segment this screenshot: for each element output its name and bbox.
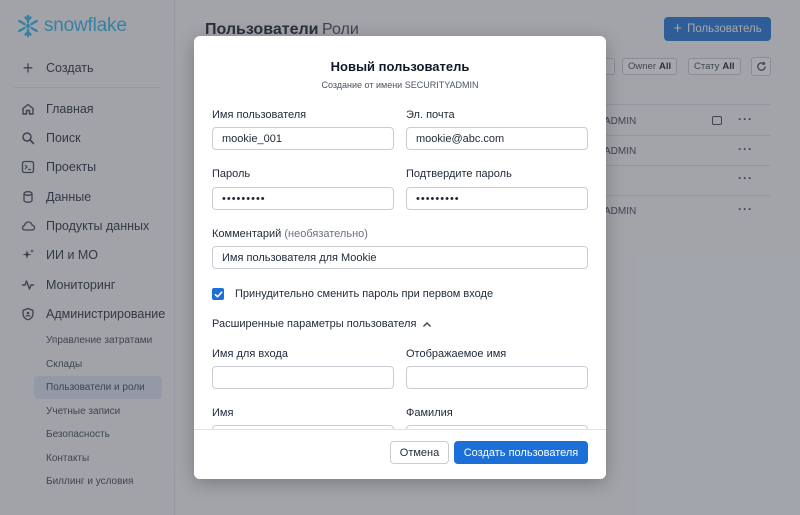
advanced-options-label: Расширенные параметры пользователя bbox=[212, 318, 417, 330]
create-user-button[interactable]: Создать пользователя bbox=[454, 441, 588, 464]
password-label: Пароль bbox=[212, 168, 251, 180]
new-user-dialog: Новый пользователь Создание от имени SEC… bbox=[194, 36, 606, 479]
comment-label-text: Комментарий bbox=[212, 228, 282, 240]
comment-optional-hint: (необязательно) bbox=[284, 228, 368, 240]
advanced-options-toggle[interactable]: Расширенные параметры пользователя bbox=[212, 318, 432, 330]
chevron-up-icon bbox=[423, 321, 432, 327]
display-name-label: Отображаемое имя bbox=[406, 348, 507, 360]
username-field[interactable]: mookie_001 bbox=[212, 127, 394, 150]
password-field[interactable]: ••••••••• bbox=[212, 187, 394, 210]
force-password-change-label[interactable]: Принудительно сменить пароль при первом … bbox=[235, 288, 493, 300]
comment-field[interactable]: Имя пользователя для Mookie bbox=[212, 246, 588, 269]
comment-label: Комментарий (необязательно) bbox=[212, 228, 368, 240]
email-label: Эл. почта bbox=[406, 109, 455, 121]
dialog-title: Новый пользователь bbox=[330, 59, 470, 74]
display-name-field[interactable] bbox=[406, 366, 588, 389]
email-field[interactable]: mookie@abc.com bbox=[406, 127, 588, 150]
login-name-label: Имя для входа bbox=[212, 348, 288, 360]
dialog-subtitle: Создание от имени SECURITYADMIN bbox=[321, 80, 479, 90]
username-label: Имя пользователя bbox=[212, 109, 307, 121]
first-name-label: Имя bbox=[212, 407, 234, 419]
force-password-change-checkbox[interactable] bbox=[212, 288, 224, 300]
login-name-field[interactable] bbox=[212, 366, 394, 389]
cancel-button[interactable]: Отмена bbox=[390, 441, 449, 464]
confirm-password-label: Подтвердите пароль bbox=[406, 168, 512, 180]
last-name-label: Фамилия bbox=[406, 407, 453, 419]
confirm-password-field[interactable]: ••••••••• bbox=[406, 187, 588, 210]
dialog-footer: Отмена Создать пользователя bbox=[194, 429, 606, 479]
checkmark-icon bbox=[214, 290, 222, 298]
